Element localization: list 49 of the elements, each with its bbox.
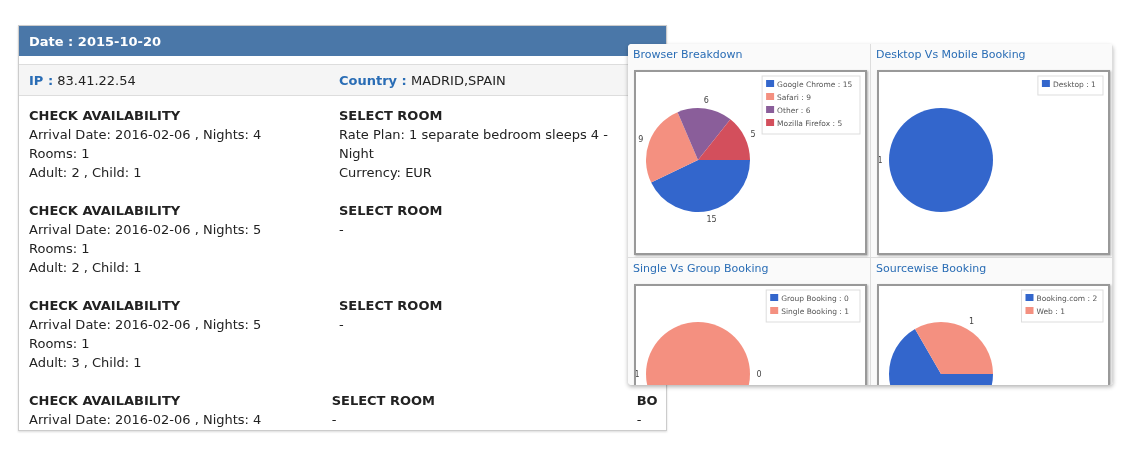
- detail-text: -: [636, 411, 643, 429]
- country-text: Country : MADRID,SPAIN: [339, 72, 507, 88]
- detail-text: -: [331, 411, 338, 429]
- section-heading: CHECK AVAILABILITY: [29, 107, 182, 125]
- legend-swatch: [766, 93, 775, 100]
- ip-text: IP : 83.41.22.54: [29, 72, 137, 88]
- value-label: 15: [706, 215, 717, 225]
- legend-swatch: [766, 80, 775, 87]
- detail-text: -: [339, 316, 345, 334]
- detail-text: Arrival Date: 2016-02-06 , Nights: 4: [29, 126, 263, 144]
- detail-text: Rooms: 1: [29, 145, 91, 163]
- chart-title: Single Vs Group Booking: [632, 261, 770, 277]
- legend-box: [1037, 75, 1104, 96]
- chart-title: Sourcewise Booking: [875, 261, 988, 277]
- section-heading: CHECK AVAILABILITY: [29, 297, 182, 315]
- section-heading: CHECK AVAILABILITY: [29, 202, 182, 220]
- detail-text: Arrival Date: 2016-02-06 , Nights: 5: [29, 316, 263, 334]
- value-label: 0: [756, 370, 762, 379]
- section-heading: SELECT ROOM: [339, 297, 444, 315]
- section-heading: SELECT ROOM: [331, 392, 437, 410]
- chart-title: Desktop Vs Mobile Booking: [875, 47, 1027, 63]
- legend-swatch: [766, 119, 775, 126]
- section-heading: SELECT ROOM: [339, 107, 444, 125]
- chart-title: Browser Breakdown: [632, 47, 744, 63]
- section-heading: BO: [636, 392, 659, 410]
- legend-swatch: [1025, 294, 1034, 301]
- detail-text: Adult: 3 , Child: 1: [29, 354, 143, 372]
- detail-text: Currency: EUR: [339, 164, 433, 182]
- legend-swatch: [770, 294, 779, 301]
- detail-text: Adult: 2 , Child: 1: [29, 164, 143, 182]
- section-heading: SELECT ROOM: [339, 202, 444, 220]
- value-label: 9: [638, 134, 644, 144]
- value-label: 1: [968, 317, 975, 327]
- legend-swatch: [770, 307, 779, 314]
- detail-text: Rooms: 1: [29, 335, 91, 353]
- value-label: 6: [703, 95, 709, 105]
- detail-text: Arrival Date: 2016-02-06 , Nights: 4: [29, 411, 263, 429]
- detail-text: Arrival Date: 2016-02-06 , Nights: 5: [29, 221, 263, 239]
- value-label: 1: [636, 370, 640, 379]
- value-label: 5: [750, 129, 756, 139]
- section-heading: CHECK AVAILABILITY: [29, 392, 182, 410]
- detail-text: Adult: 2 , Child: 1: [29, 259, 143, 277]
- detail-text: Rate Plan: 1 separate bedroom sleeps 4 - Night: [339, 126, 609, 163]
- legend-swatch: [1025, 307, 1034, 314]
- legend-swatch: [766, 106, 775, 113]
- detail-text: -: [339, 221, 345, 239]
- legend-swatch: [1041, 80, 1050, 87]
- detail-text: Rooms: 1: [29, 240, 91, 258]
- value-label: 1: [879, 156, 883, 165]
